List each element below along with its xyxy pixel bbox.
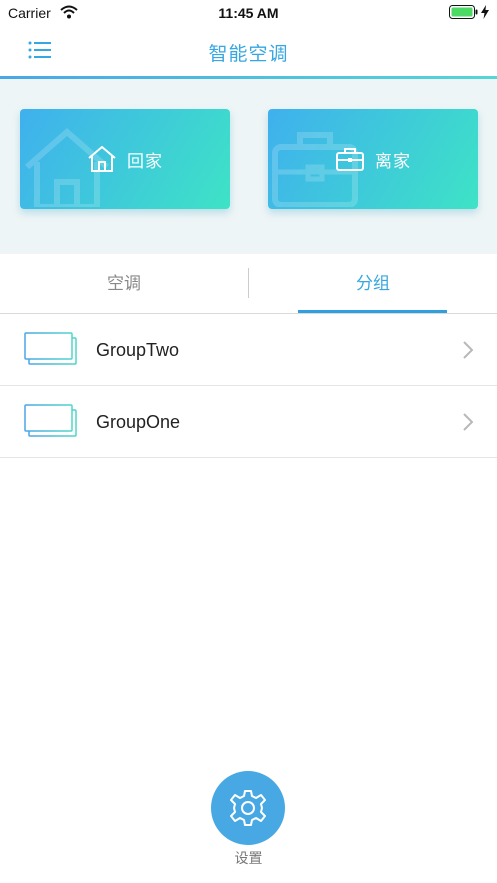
chevron-right-icon	[463, 341, 473, 359]
segment-tabs: 空调 分组	[0, 254, 497, 314]
list-item[interactable]: GroupOne	[0, 386, 497, 458]
away-mode-button[interactable]: 离家	[268, 109, 478, 209]
away-mode-label: 离家	[375, 151, 411, 171]
clock-label: 11:45 AM	[218, 5, 279, 21]
group-name: GroupTwo	[96, 340, 180, 360]
home-mode-label: 回家	[127, 151, 163, 171]
app-screen: Carrier 11:45 AM 智能空调 回家 离家 空调 分组 GroupT…	[0, 0, 497, 883]
group-name: GroupOne	[96, 412, 181, 432]
tab-groups[interactable]: 分组	[249, 254, 497, 314]
group-list: GroupTwo GroupOne	[0, 314, 497, 458]
tab-selected-indicator	[298, 310, 447, 313]
settings-label: 设置	[234, 850, 263, 866]
battery-icon	[449, 5, 489, 19]
list-item[interactable]: GroupTwo	[0, 314, 497, 386]
gear-icon	[230, 790, 266, 826]
briefcase-icon	[336, 148, 364, 171]
ac-group-icon	[24, 404, 77, 437]
home-mode-button[interactable]: 回家	[20, 109, 230, 209]
charging-bolt-icon	[481, 5, 489, 19]
mode-section: 回家 离家	[0, 79, 497, 254]
house-icon	[88, 146, 116, 172]
navigation-bar: 智能空调	[0, 26, 497, 76]
page-title: 智能空调	[208, 44, 289, 65]
status-bar: Carrier 11:45 AM	[0, 0, 497, 26]
settings-button[interactable]	[211, 771, 285, 845]
ac-group-icon	[24, 332, 77, 365]
chevron-right-icon	[463, 413, 473, 431]
tab-air-conditioner[interactable]: 空调	[0, 254, 248, 314]
